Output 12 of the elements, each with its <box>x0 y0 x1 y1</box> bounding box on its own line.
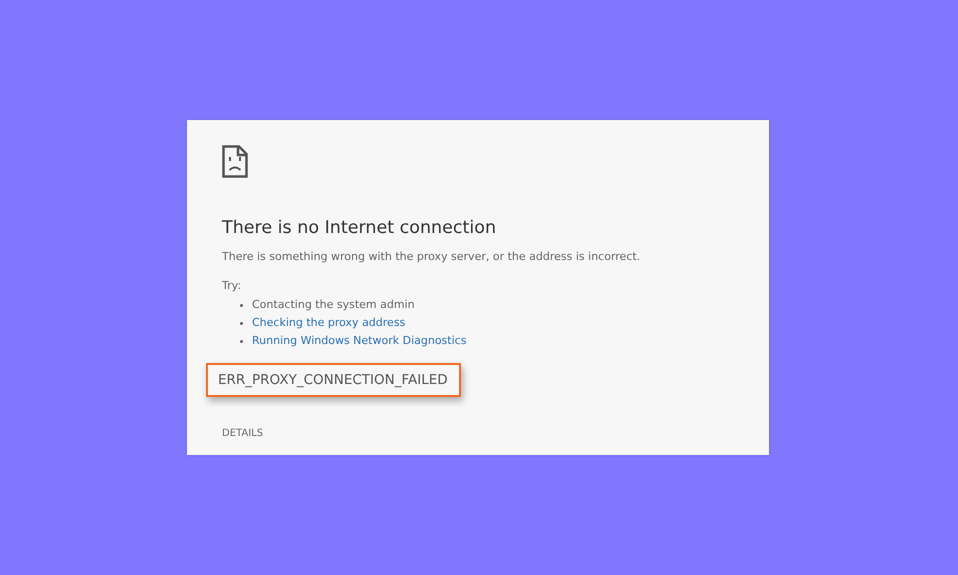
bullet-icon <box>240 304 243 306</box>
sad-document-icon <box>222 145 248 178</box>
suggestion-link[interactable]: Running Windows Network Diagnostics <box>252 332 466 350</box>
heading: There is no Internet connection <box>222 217 498 240</box>
bullet-icon <box>240 340 243 342</box>
error-code: ERR_PROXY_CONNECTION_FAILED <box>206 363 461 398</box>
suggestion-link[interactable]: Checking the proxy address <box>252 314 406 332</box>
details-button[interactable]: DETAILS <box>222 426 264 442</box>
bullet-icon <box>240 322 243 324</box>
error-message: There is something wrong with the proxy server, or the address is incorrect. <box>222 249 642 265</box>
try-label: Try: <box>222 278 242 294</box>
suggestion-text: Contacting the system admin <box>252 296 415 313</box>
